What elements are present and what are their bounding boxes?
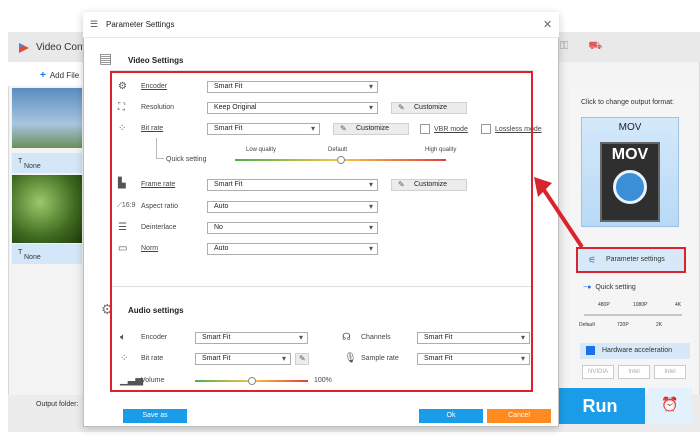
ok-button[interactable]: Ok xyxy=(419,409,483,423)
output-format-name: MOV xyxy=(618,122,642,133)
subtitle-strip[interactable]: T None xyxy=(12,153,82,173)
checkbox-icon xyxy=(586,346,595,355)
cancel-button[interactable]: Cancel xyxy=(487,409,551,423)
subtitle-value: T None xyxy=(18,158,41,170)
key-icon[interactable]: ⚿ xyxy=(560,40,588,52)
subtitle-value: T None xyxy=(18,249,41,261)
app-logo-icon xyxy=(19,43,29,53)
cart-icon[interactable]: ⛟ xyxy=(588,40,622,52)
quick-tick-label: Default xyxy=(579,322,595,328)
run-button[interactable]: Run xyxy=(555,388,645,424)
subtitle-strip[interactable]: T None xyxy=(12,244,82,264)
alarm-clock-icon[interactable]: ⏰ xyxy=(648,388,692,424)
quick-tick-label: 480P xyxy=(598,302,610,308)
parameter-settings-label: Parameter settings xyxy=(606,256,665,263)
video-thumbnail[interactable] xyxy=(12,175,82,243)
quick-setting-title: Quick setting xyxy=(583,284,635,291)
settings-sliders-icon: ☰ xyxy=(90,19,99,29)
mov-icon-text: MOV xyxy=(611,146,649,163)
highlight-frame xyxy=(110,71,533,392)
hardware-acceleration-label: Hardware acceleration xyxy=(602,347,673,354)
annotation-arrow xyxy=(534,177,584,249)
quick-tick-label: 720P xyxy=(617,322,629,328)
add-files-label: Add File xyxy=(49,71,80,80)
quick-setting-slider[interactable] xyxy=(584,314,682,316)
sliders-icon: ⚟ xyxy=(588,255,597,265)
plus-icon: + xyxy=(40,70,46,81)
quick-tick-label: 4K xyxy=(675,302,682,308)
background-app-title: Video Conv xyxy=(36,42,88,53)
background-window-controls: ⚿⛟ xyxy=(560,40,622,54)
output-format-caption: Click to change output format: xyxy=(581,99,674,106)
dialog-title: Parameter Settings xyxy=(106,20,175,29)
quick-tick-label: 2K xyxy=(656,322,663,328)
video-thumbnail[interactable] xyxy=(12,88,82,148)
add-files-button[interactable]: + Add File xyxy=(40,70,79,81)
nvidia-chip[interactable]: NVIDIA xyxy=(582,365,614,379)
output-folder-label: Output folder: xyxy=(36,401,79,408)
intel-chip[interactable]: Intel xyxy=(654,365,686,379)
close-icon[interactable]: ✕ xyxy=(543,18,552,31)
save-as-button[interactable]: Save as xyxy=(123,409,187,423)
video-settings-title: Video Settings xyxy=(128,56,184,65)
film-icon: ▤ xyxy=(99,50,113,66)
quick-tick-label: 1080P xyxy=(633,302,648,308)
parameter-settings-button[interactable]: ⚟ Parameter settings xyxy=(576,247,686,273)
hardware-acceleration-toggle[interactable]: Hardware acceleration xyxy=(580,343,690,359)
intel-chip[interactable]: Intel xyxy=(618,365,650,379)
quicktime-icon xyxy=(613,170,647,204)
